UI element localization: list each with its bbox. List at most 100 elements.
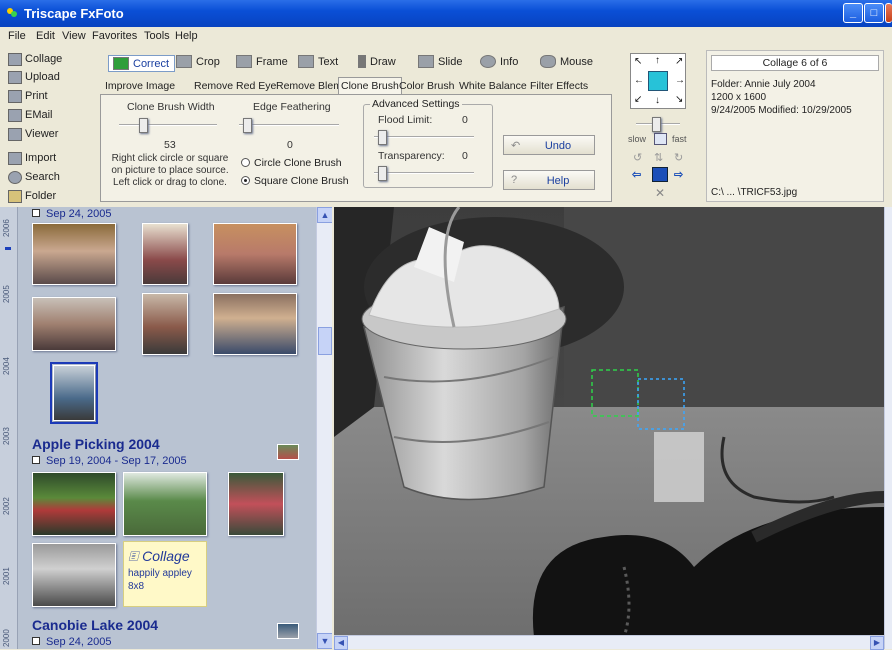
tool-frame[interactable]: Frame	[236, 55, 288, 72]
tab-color-brush[interactable]: Color Brush	[397, 78, 456, 94]
arrow-right-icon[interactable]: →	[675, 75, 685, 86]
tab-remove-red-eye[interactable]: Remove Red Eye	[192, 78, 278, 94]
menu-edit[interactable]: Edit	[36, 30, 55, 42]
scroll-right-icon[interactable]: ▶	[870, 636, 884, 650]
flip-icon[interactable]: ⇅	[654, 151, 663, 164]
scroll-thumb[interactable]	[318, 327, 332, 355]
photo-thumbnail[interactable]	[142, 223, 188, 285]
slide-icon	[418, 55, 434, 68]
zoom-center-icon[interactable]	[648, 71, 668, 91]
tool-correct[interactable]: Correct	[108, 55, 176, 72]
thumbnail-scrollbar[interactable]: ▲ ▼	[316, 207, 332, 649]
photo-canvas[interactable]	[334, 207, 884, 637]
menu-help[interactable]: Help	[175, 30, 198, 42]
tab-filter-effects[interactable]: Filter Effects	[528, 78, 590, 94]
tool-info[interactable]: Info	[480, 55, 518, 72]
arrow-down-right-icon[interactable]: ↘	[675, 94, 683, 105]
tab-improve-image[interactable]: Improve Image	[103, 78, 177, 94]
photo-vertical-scrollbar[interactable]	[884, 207, 892, 649]
mouse-icon	[540, 55, 556, 68]
scroll-up-icon[interactable]: ▲	[317, 207, 332, 223]
menu-file[interactable]: File	[8, 30, 26, 42]
nav-folder[interactable]: Folder	[6, 190, 94, 205]
collage-icon	[8, 53, 22, 66]
pan-pad[interactable]: ↖ ↑ ↗ ← → ↙ ↓ ↘	[630, 53, 686, 109]
next-arrow-icon[interactable]: ⇨	[674, 168, 683, 181]
photo-thumbnail[interactable]	[142, 293, 188, 355]
fast-label: fast	[672, 134, 687, 144]
photo-thumbnail[interactable]	[123, 472, 207, 536]
scroll-down-icon[interactable]: ▼	[317, 633, 332, 649]
nav-viewer[interactable]: Viewer	[6, 128, 94, 143]
speed-slider[interactable]	[636, 117, 680, 132]
slider-thumb[interactable]	[139, 118, 148, 133]
photo-thumbnail[interactable]	[32, 223, 116, 285]
tool-slide[interactable]: Slide	[418, 55, 462, 72]
photo-thumbnail[interactable]	[32, 472, 116, 536]
nav-search[interactable]: Search	[6, 171, 94, 186]
menu-favorites[interactable]: Favorites	[92, 30, 137, 42]
nav-collage[interactable]: Collage	[6, 53, 94, 68]
nav-upload[interactable]: Upload	[6, 71, 94, 86]
group-title: Canobie Lake 2004	[32, 617, 159, 633]
nav-email[interactable]: EMail	[6, 109, 94, 124]
nav-print[interactable]: Print	[6, 90, 94, 105]
maximize-button[interactable]: □	[864, 3, 884, 23]
edge-feather-slider[interactable]	[239, 118, 339, 133]
square-brush-radio[interactable]: Square Clone Brush	[241, 175, 349, 187]
tab-white-balance[interactable]: White Balance	[457, 78, 529, 94]
zoom-fit-icon[interactable]	[654, 133, 667, 145]
help-button[interactable]: ? Help	[503, 170, 595, 190]
photo-horizontal-scrollbar[interactable]: ◀ ▶	[334, 635, 884, 650]
group-cover-icon[interactable]	[277, 444, 299, 460]
close-button[interactable]	[885, 3, 892, 23]
scroll-left-icon[interactable]: ◀	[334, 636, 348, 650]
rotate-left-icon[interactable]: ↺	[633, 151, 642, 164]
timeline-bar[interactable]: 2006 2005 2004 2003 2002 2001 2000	[0, 207, 18, 649]
previous-arrow-icon[interactable]: ⇦	[632, 168, 641, 181]
arrow-up-right-icon[interactable]: ↗	[675, 56, 683, 67]
clone-brush-panel: Clone Brush Width 53 Edge Feathering 0 R…	[100, 94, 612, 202]
arrow-down-icon[interactable]: ↓	[655, 95, 660, 106]
arrow-up-icon[interactable]: ↑	[655, 55, 660, 66]
timeline-year: 2000	[2, 629, 11, 647]
arrow-left-icon[interactable]: ←	[634, 75, 644, 86]
tab-clone-brush[interactable]: Clone Brush	[338, 77, 402, 95]
transparency-slider[interactable]	[374, 166, 474, 181]
collage-card[interactable]: 🗉 Collage happily appley 8x8	[123, 541, 207, 607]
arrow-up-left-icon[interactable]: ↖	[634, 56, 642, 67]
nav-import[interactable]: Import	[6, 152, 94, 167]
grid-view-icon[interactable]	[652, 167, 668, 182]
photo-thumbnail[interactable]	[32, 543, 116, 607]
photo-thumbnail[interactable]	[228, 472, 284, 536]
slider-thumb[interactable]	[378, 166, 387, 181]
photo-thumbnail[interactable]	[32, 297, 116, 351]
flood-limit-slider[interactable]	[374, 130, 474, 145]
tool-crop[interactable]: Crop	[176, 55, 220, 72]
close-view-icon[interactable]: ✕	[655, 186, 665, 200]
title-bar: Triscape FxFoto _ □	[0, 0, 892, 27]
clone-width-slider[interactable]	[119, 118, 217, 133]
info-icon	[480, 55, 496, 68]
tool-draw[interactable]: Draw	[358, 55, 396, 72]
group-checkbox[interactable]	[32, 456, 40, 464]
menu-tools[interactable]: Tools	[144, 30, 170, 42]
rotate-right-icon[interactable]: ↻	[674, 151, 683, 164]
menu-view[interactable]: View	[62, 30, 86, 42]
group-cover-icon[interactable]	[277, 623, 299, 639]
undo-button[interactable]: ↶ Undo	[503, 135, 595, 155]
tool-text[interactable]: Text	[298, 55, 338, 72]
arrow-down-left-icon[interactable]: ↙	[634, 94, 642, 105]
tool-mouse[interactable]: Mouse	[540, 55, 593, 72]
photo-thumbnail[interactable]	[213, 223, 297, 285]
circle-brush-radio[interactable]: Circle Clone Brush	[241, 157, 342, 169]
photo-thumbnail[interactable]	[213, 293, 297, 355]
slider-thumb[interactable]	[378, 130, 387, 145]
group-checkbox[interactable]	[32, 637, 40, 645]
group-checkbox[interactable]	[32, 209, 40, 217]
photo-thumbnail-selected[interactable]	[50, 362, 98, 424]
collage-counter: Collage 6 of 6	[711, 55, 879, 71]
slider-thumb[interactable]	[652, 117, 661, 132]
slider-thumb[interactable]	[243, 118, 252, 133]
minimize-button[interactable]: _	[843, 3, 863, 23]
